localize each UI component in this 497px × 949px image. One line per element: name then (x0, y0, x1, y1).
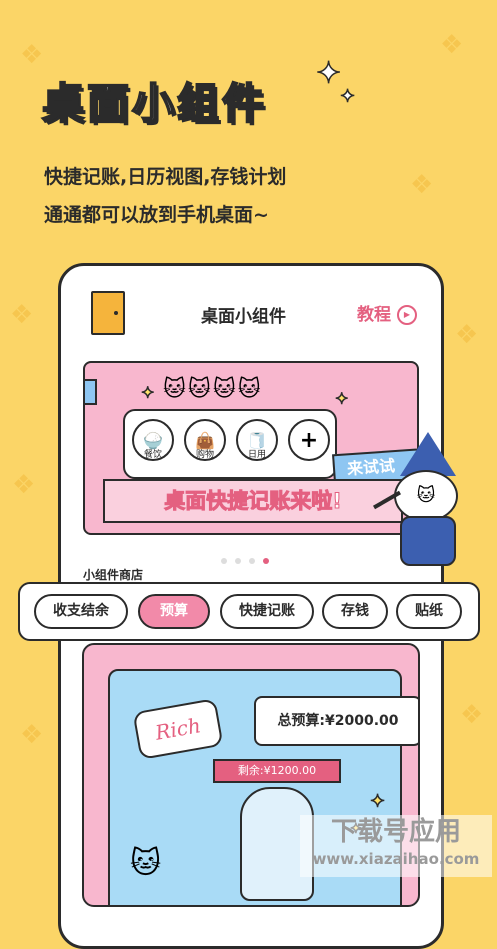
watermark: 下载号应用 www.xiazaihao.com (300, 815, 492, 877)
sparkle-icon: ✦ (315, 55, 342, 92)
carousel-dot-active[interactable] (263, 558, 269, 564)
strip-text-post: 记账来啦! (248, 489, 343, 514)
paw-print-icon: ❖ (20, 40, 44, 70)
cat-character: 🐱 (130, 846, 162, 881)
strip-text-highlight: 快捷 (206, 489, 249, 514)
cat-face: 🐱 (394, 470, 458, 522)
wizard-cat-mascot: 🐱 (372, 432, 468, 566)
paw-print-icon: ❖ (10, 300, 34, 330)
paw-print-icon: ❖ (20, 720, 44, 750)
carousel-dot[interactable] (235, 558, 241, 564)
category-label: 购物 (195, 450, 214, 460)
total-budget-label: 总预算:¥2000.00 (254, 696, 418, 746)
plus-icon: + (288, 419, 330, 461)
tab-income-balance[interactable]: 收支结余 (34, 594, 128, 629)
paw-print-icon: ❖ (12, 470, 36, 500)
widget-shop-label: 小组件商店 (83, 568, 144, 582)
watermark-url: www.xiazaihao.com (312, 850, 480, 868)
quick-entry-widget: 🍚 餐饮 👜 购物 🧻 日用 + (123, 409, 337, 479)
paw-print-icon: ❖ (440, 30, 464, 60)
widget-banner[interactable]: 🐱🐱🐱🐱 ✦ ✦ 🍚 餐饮 👜 购物 🧻 日用 + 来试试 桌面快捷记账来啦! (83, 361, 419, 535)
wizard-robe (400, 516, 456, 566)
tab-budget[interactable]: 预算 (138, 594, 210, 629)
category-item-shopping[interactable]: 👜 购物 (183, 419, 227, 461)
cat-characters: 🐱🐱🐱🐱 (163, 377, 263, 402)
banner-tab (85, 379, 97, 405)
sparkle-icon: ✦ (140, 382, 155, 403)
carousel-dot[interactable] (249, 558, 255, 564)
paw-print-icon: ❖ (455, 320, 479, 350)
tab-quick-entry[interactable]: 快捷记账 (220, 594, 314, 629)
category-label: 餐饮 (143, 450, 162, 460)
category-item-daily[interactable]: 🧻 日用 (235, 419, 279, 461)
tutorial-label: 教程 (357, 305, 391, 325)
play-icon: ▶ (397, 305, 417, 325)
category-item-dining[interactable]: 🍚 餐饮 (131, 419, 175, 461)
paw-print-icon: ❖ (410, 170, 434, 200)
add-category-button[interactable]: + (287, 419, 331, 461)
category-label: 日用 (247, 450, 266, 460)
sparkle-icon: ✦ (339, 85, 356, 108)
tab-savings[interactable]: 存钱 (322, 594, 388, 629)
widget-category-tabs: 收支结余 预算 快捷记账 存钱 贴纸 (18, 582, 480, 641)
watermark-title: 下载号应用 (330, 817, 461, 847)
phone-title: 桌面小组件 (201, 307, 286, 327)
quick-entry-strip: 桌面快捷记账来啦! (103, 479, 403, 523)
sparkle-icon: ✦ (334, 388, 349, 409)
tutorial-link[interactable]: 教程 ▶ (357, 300, 417, 325)
remaining-budget-label: 剩余:¥1200.00 (213, 759, 341, 783)
hero-title: 桌面小组件 (41, 78, 268, 129)
tab-stickers[interactable]: 贴纸 (396, 594, 462, 629)
sparkle-icon: ✦ (369, 790, 386, 813)
carousel-indicator (221, 549, 277, 568)
strip-text-pre: 桌面 (164, 489, 207, 514)
hero-subtitle-line1: 快捷记账,日历视图,存钱计划 (44, 166, 287, 188)
hero-subtitle-line2: 通通都可以放到手机桌面~ (44, 204, 269, 226)
carousel-dot[interactable] (221, 558, 227, 564)
rich-badge: Rich (132, 698, 224, 760)
paw-print-icon: ❖ (460, 700, 484, 730)
door-icon[interactable] (91, 291, 125, 335)
phone-header: 桌面小组件 教程 ▶ (61, 266, 441, 361)
